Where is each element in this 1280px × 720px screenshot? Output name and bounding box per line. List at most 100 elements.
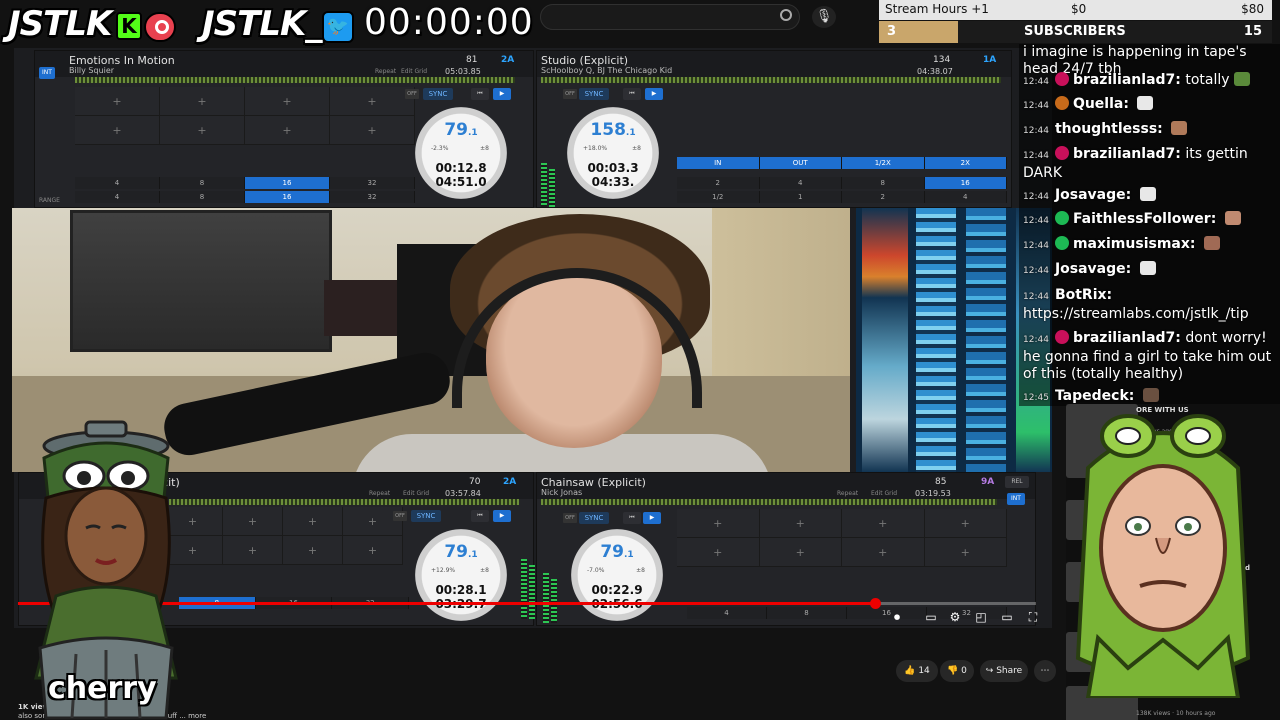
pad[interactable]: + <box>223 507 283 536</box>
pad[interactable]: + <box>330 116 415 145</box>
chat-username[interactable]: Quella: <box>1073 96 1129 112</box>
mini-waveform[interactable] <box>541 77 1001 83</box>
video-progress-remaining[interactable] <box>876 602 1036 605</box>
loop-size[interactable]: 16 <box>245 177 330 189</box>
subtitles-icon[interactable]: ▭ <box>924 610 938 624</box>
chat-username[interactable]: maximusismax: <box>1073 236 1196 252</box>
loop-size[interactable]: 32 <box>330 177 415 189</box>
chat-username[interactable]: brazilianlad7: <box>1073 330 1181 346</box>
pad[interactable]: + <box>677 509 760 538</box>
like-button[interactable]: 👍 14 <box>896 660 938 682</box>
sync-button[interactable]: SYNC <box>423 88 453 100</box>
loop-size[interactable]: 8 <box>160 177 245 189</box>
pad[interactable]: + <box>343 536 403 565</box>
settings-icon[interactable]: ⚙ <box>948 610 962 624</box>
loop-size[interactable]: 2 <box>677 177 760 189</box>
sync-button[interactable]: SYNC <box>579 88 609 100</box>
cue-button[interactable]: ⏮ <box>471 88 489 100</box>
fullscreen-icon[interactable]: ⛶ <box>1026 610 1040 624</box>
chat-username[interactable]: brazilianlad7: <box>1073 146 1181 162</box>
mic-icon[interactable]: 🎙 <box>812 6 836 28</box>
chat-username[interactable]: thoughtlesss: <box>1055 121 1163 137</box>
off-button[interactable]: OFF <box>563 89 577 99</box>
rel-button[interactable]: REL <box>1005 476 1029 488</box>
chat-username[interactable]: Josavage: <box>1055 187 1131 203</box>
play-button[interactable]: ▶ <box>645 88 663 100</box>
chat-username[interactable]: brazilianlad7: <box>1073 72 1181 88</box>
pad[interactable]: + <box>759 509 842 538</box>
pad[interactable]: + <box>245 87 330 116</box>
chat-username[interactable]: BotRix: <box>1055 287 1112 303</box>
edit-grid-label[interactable]: Edit Grid <box>403 490 429 497</box>
pad[interactable]: + <box>283 536 343 565</box>
off-button[interactable]: OFF <box>405 89 419 99</box>
pad[interactable]: + <box>245 116 330 145</box>
mini-waveform[interactable] <box>75 77 515 83</box>
loop-size[interactable]: 2 <box>842 191 925 203</box>
sync-button[interactable]: SYNC <box>579 512 609 524</box>
jog-wheel[interactable]: 79.1 -7.0% ±8 00:22.9 02:56.6 <box>571 529 663 621</box>
pad[interactable]: + <box>759 538 842 567</box>
repeat-label[interactable]: Repeat <box>369 490 390 497</box>
loop-size[interactable]: 1 <box>759 191 842 203</box>
loop-double-button[interactable]: 2X <box>924 157 1007 169</box>
jog-wheel[interactable]: 158.1 +18.0% ±8 00:03.3 04:33. <box>567 107 659 199</box>
theater-mode-icon[interactable]: ▭ <box>1000 610 1014 624</box>
mini-waveform[interactable] <box>169 499 519 505</box>
pad[interactable]: + <box>160 116 245 145</box>
loop-size[interactable]: 1/2 <box>677 191 760 203</box>
share-button[interactable]: ↪ Share <box>980 660 1028 682</box>
jog-wheel[interactable]: 79.1 -2.3% ±8 00:12.8 04:51.0 <box>415 107 507 199</box>
pad[interactable]: + <box>223 536 283 565</box>
chat-username[interactable]: Josavage: <box>1055 261 1131 277</box>
mini-waveform[interactable] <box>541 499 997 505</box>
play-button[interactable]: ▶ <box>493 510 511 522</box>
int-button[interactable]: INT <box>1007 493 1025 505</box>
miniplayer-icon[interactable]: ◰ <box>974 610 988 624</box>
pad[interactable]: + <box>160 87 245 116</box>
loop-size[interactable]: 8 <box>767 607 847 619</box>
loop-size[interactable]: 16 <box>245 191 330 203</box>
loop-size[interactable]: 16 <box>924 177 1007 189</box>
loop-size[interactable]: 4 <box>75 177 160 189</box>
loop-size[interactable]: 4 <box>924 191 1007 203</box>
search-input[interactable] <box>540 4 800 30</box>
search-icon[interactable] <box>780 9 792 21</box>
pad[interactable]: + <box>75 87 160 116</box>
pad[interactable]: + <box>677 538 760 567</box>
jog-wheel[interactable]: 79.1 +12.9% ±8 00:28.1 03:29.7 <box>415 529 507 621</box>
pad[interactable]: + <box>924 538 1007 567</box>
play-button[interactable]: ▶ <box>643 512 661 524</box>
more-actions-button[interactable]: ⋯ <box>1034 660 1056 682</box>
loop-half-button[interactable]: 1/2X <box>842 157 925 169</box>
loop-size[interactable]: 4 <box>759 177 842 189</box>
cue-button[interactable]: ⏮ <box>623 88 641 100</box>
repeat-label[interactable]: Repeat <box>837 490 858 497</box>
pad[interactable]: + <box>842 538 925 567</box>
loop-in-button[interactable]: IN <box>677 157 760 169</box>
repeat-label[interactable]: Repeat <box>375 68 396 75</box>
cue-button[interactable]: ⏮ <box>623 512 641 524</box>
off-button[interactable]: OFF <box>393 511 407 521</box>
pad[interactable]: + <box>75 116 160 145</box>
dislike-button[interactable]: 👎 0 <box>940 660 974 682</box>
pad[interactable]: + <box>842 509 925 538</box>
loop-out-button[interactable]: OUT <box>759 157 842 169</box>
pad[interactable]: + <box>330 87 415 116</box>
pad[interactable]: + <box>924 509 1007 538</box>
sync-button[interactable]: SYNC <box>411 510 441 522</box>
chat-username[interactable]: Tapedeck: <box>1055 388 1134 404</box>
cue-button[interactable]: ⏮ <box>471 510 489 522</box>
chat-username[interactable]: FaithlessFollower: <box>1073 211 1216 227</box>
autoplay-toggle-icon[interactable]: ⏺ <box>890 610 904 624</box>
pad[interactable]: + <box>283 507 343 536</box>
play-button[interactable]: ▶ <box>493 88 511 100</box>
int-button[interactable]: INT <box>39 67 55 79</box>
loop-size[interactable]: 4 <box>687 607 767 619</box>
loop-size[interactable]: 32 <box>330 191 415 203</box>
loop-size[interactable]: 4 <box>75 191 160 203</box>
edit-grid-label[interactable]: Edit Grid <box>401 68 427 75</box>
edit-grid-label[interactable]: Edit Grid <box>871 490 897 497</box>
off-button[interactable]: OFF <box>563 513 577 523</box>
loop-size[interactable]: 8 <box>160 191 245 203</box>
